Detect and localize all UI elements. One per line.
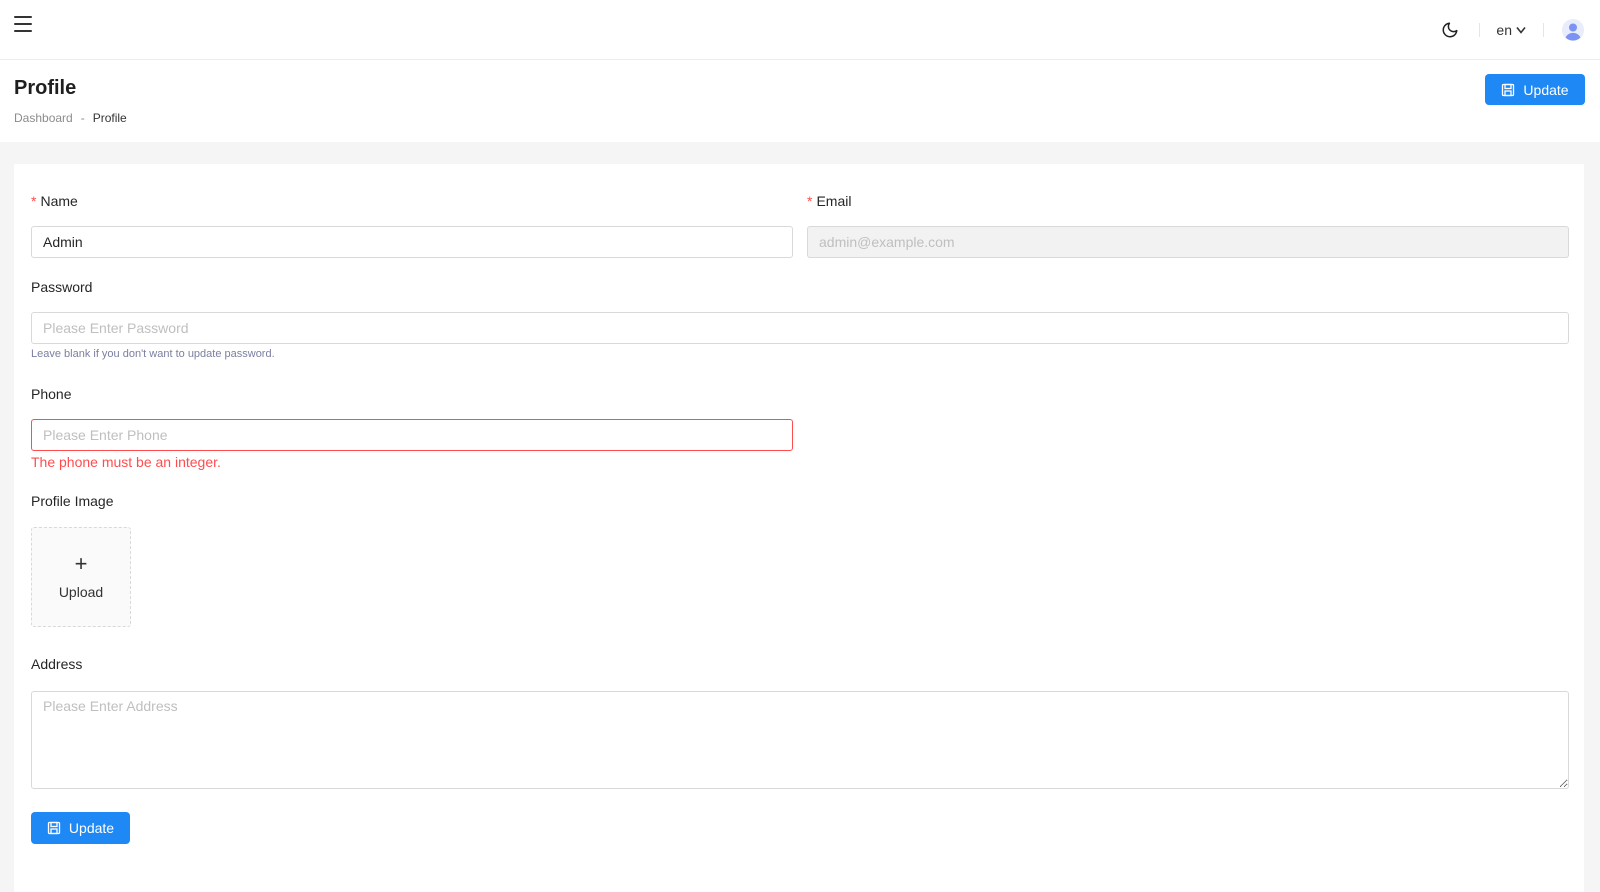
image-upload-button[interactable]: + Upload bbox=[31, 527, 131, 627]
language-label: en bbox=[1496, 22, 1512, 38]
form-update-button[interactable]: Update bbox=[31, 812, 130, 844]
breadcrumb-current: Profile bbox=[92, 111, 127, 125]
page-header: Profile Dashboard - Profile Update bbox=[0, 60, 1600, 142]
name-input[interactable] bbox=[31, 226, 793, 258]
breadcrumb-dashboard[interactable]: Dashboard bbox=[14, 111, 73, 125]
profile-image-label: Profile Image bbox=[31, 493, 114, 509]
name-label-text: Name bbox=[40, 193, 78, 209]
password-label: Password bbox=[31, 279, 93, 295]
navbar-actions: en bbox=[1439, 0, 1600, 60]
moon-icon[interactable] bbox=[1439, 19, 1461, 41]
required-mark: * bbox=[807, 193, 813, 209]
save-icon bbox=[1502, 83, 1515, 96]
phone-input[interactable] bbox=[31, 419, 793, 451]
header-update-label: Update bbox=[1523, 81, 1569, 98]
breadcrumb: Dashboard - Profile bbox=[14, 111, 127, 125]
address-textarea[interactable] bbox=[31, 691, 1569, 789]
password-help-text: Leave blank if you don't want to update … bbox=[31, 348, 275, 360]
page-title: Profile bbox=[14, 77, 77, 99]
language-selector[interactable]: en bbox=[1496, 22, 1527, 38]
upload-label: Upload bbox=[58, 584, 104, 600]
header-update-button[interactable]: Update bbox=[1485, 74, 1585, 105]
plus-icon: + bbox=[74, 551, 88, 576]
email-input bbox=[807, 226, 1569, 258]
address-label: Address bbox=[31, 656, 83, 672]
phone-label: Phone bbox=[31, 386, 72, 402]
divider bbox=[1479, 23, 1481, 37]
breadcrumb-separator: - bbox=[80, 111, 85, 125]
phone-error-text: The phone must be an integer. bbox=[31, 454, 221, 470]
save-icon bbox=[47, 821, 61, 835]
divider bbox=[1543, 23, 1544, 37]
password-input[interactable] bbox=[31, 312, 1569, 344]
email-label-text: Email bbox=[816, 193, 852, 209]
user-avatar-icon[interactable] bbox=[1562, 19, 1584, 41]
chevron-down-icon bbox=[1516, 27, 1526, 34]
email-label: * Email bbox=[807, 193, 851, 209]
profile-form-card: *Name *Email Password Leave blank if you… bbox=[14, 164, 1584, 892]
required-mark: * bbox=[31, 193, 37, 209]
hamburger-menu-icon[interactable] bbox=[14, 16, 32, 32]
top-navbar: en bbox=[0, 0, 1600, 60]
name-label: * Name bbox=[31, 193, 78, 209]
form-update-label: Update bbox=[68, 820, 115, 836]
